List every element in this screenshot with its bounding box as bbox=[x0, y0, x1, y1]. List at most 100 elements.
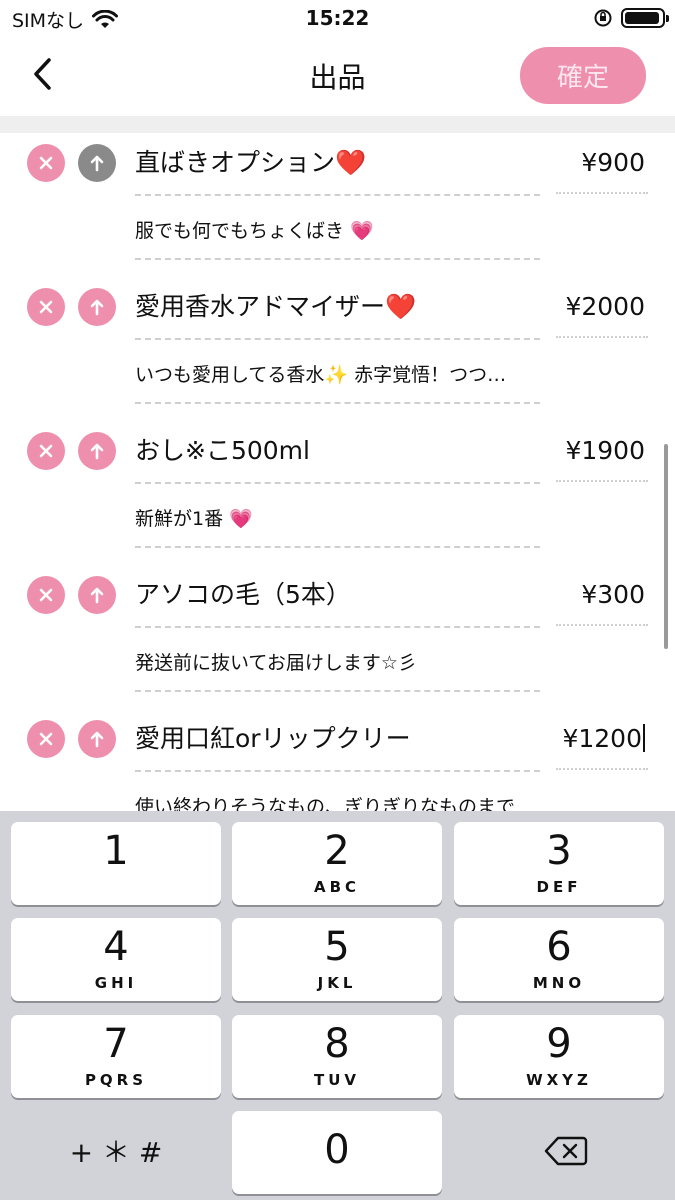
item-price-field[interactable]: ¥300 bbox=[535, 577, 645, 613]
price-underline bbox=[556, 336, 648, 338]
move-up-button[interactable] bbox=[78, 288, 116, 326]
remove-icon bbox=[39, 732, 53, 746]
item-title: 直ばきオプション bbox=[135, 148, 336, 177]
item-price-field[interactable]: ¥1900 bbox=[535, 433, 645, 469]
key-letters: TUV bbox=[313, 1071, 361, 1089]
key-1[interactable]: 1 bbox=[11, 822, 221, 905]
price-underline bbox=[556, 480, 648, 482]
key-4[interactable]: 4 GHI bbox=[11, 918, 221, 1001]
move-up-button[interactable] bbox=[78, 432, 116, 470]
arrow-up-icon bbox=[90, 155, 104, 172]
item-desc-field[interactable]: 新鮮が1番 💗 bbox=[135, 505, 545, 533]
remove-button[interactable] bbox=[27, 432, 65, 470]
key-digit: 3 bbox=[546, 828, 572, 874]
heart-emoji: 💗 bbox=[350, 220, 374, 242]
key-0[interactable]: 0 bbox=[232, 1111, 442, 1194]
remove-icon bbox=[39, 156, 53, 170]
key-digit: 4 bbox=[103, 924, 129, 970]
confirm-button[interactable]: 確定 bbox=[520, 47, 646, 104]
item-title-field[interactable]: 直ばきオプション❤️ bbox=[135, 145, 535, 181]
title-underline bbox=[135, 338, 540, 340]
title-underline bbox=[135, 194, 540, 196]
text-cursor bbox=[643, 724, 645, 752]
item-title-field[interactable]: 愛用口紅orリップクリー bbox=[135, 721, 535, 757]
key-digit: 1 bbox=[103, 828, 129, 874]
option-list[interactable]: 直ばきオプション❤️ ¥900 服でも何でもちょくばき 💗 愛用香水アドマイザー… bbox=[0, 133, 675, 811]
title-underline bbox=[135, 626, 540, 628]
arrow-up-icon bbox=[90, 299, 104, 316]
status-bar: SIMなし 15:22 bbox=[0, 0, 675, 36]
item-desc-field[interactable]: 発送前に抜いてお届けします☆彡 bbox=[135, 649, 545, 677]
remove-button[interactable] bbox=[27, 144, 65, 182]
key-letters: MNO bbox=[532, 974, 586, 992]
section-divider bbox=[0, 116, 675, 133]
desc-underline bbox=[135, 546, 540, 548]
move-up-button[interactable] bbox=[78, 144, 116, 182]
remove-button[interactable] bbox=[27, 288, 65, 326]
desc-underline bbox=[135, 258, 540, 260]
numeric-keypad: 1 2 ABC 3 DEF 4 GHI 5 JKL 6 MNO 7 PQRS 8… bbox=[0, 811, 675, 1200]
backspace-key[interactable] bbox=[454, 1111, 664, 1194]
key-letters: WXYZ bbox=[526, 1071, 592, 1089]
key-digit: 0 bbox=[324, 1127, 350, 1173]
key-digit: 8 bbox=[324, 1021, 350, 1067]
list-item: おし※こ500ml ¥1900 新鮮が1番 💗 bbox=[0, 421, 675, 565]
symbols-label: + ＊ # bbox=[69, 1136, 163, 1169]
item-title-field[interactable]: アソコの毛（5本） bbox=[135, 577, 535, 613]
status-right bbox=[593, 8, 669, 28]
item-title-field[interactable]: 愛用香水アドマイザー❤️ bbox=[135, 289, 535, 325]
key-7[interactable]: 7 PQRS bbox=[11, 1015, 221, 1098]
desc-underline bbox=[135, 402, 540, 404]
move-up-button[interactable] bbox=[78, 576, 116, 614]
key-5[interactable]: 5 JKL bbox=[232, 918, 442, 1001]
item-desc-tail: 赤字覚悟！つつ… bbox=[354, 364, 507, 386]
item-price-field[interactable]: ¥2000 bbox=[535, 289, 645, 325]
nav-bar: 出品 確定 bbox=[0, 36, 675, 116]
key-letters: ABC bbox=[313, 878, 361, 896]
key-letters: JKL bbox=[317, 974, 357, 992]
title-underline bbox=[135, 770, 540, 772]
key-digit: 5 bbox=[324, 924, 350, 970]
list-item: アソコの毛（5本） ¥300 発送前に抜いてお届けします☆彡 bbox=[0, 565, 675, 709]
key-8[interactable]: 8 TUV bbox=[232, 1015, 442, 1098]
symbols-key[interactable]: + ＊ # bbox=[11, 1111, 221, 1194]
key-3[interactable]: 3 DEF bbox=[454, 822, 664, 905]
orientation-lock-icon bbox=[594, 9, 612, 27]
price-underline bbox=[556, 768, 648, 770]
remove-button[interactable] bbox=[27, 720, 65, 758]
item-desc-field[interactable]: 服でも何でもちょくばき 💗 bbox=[135, 217, 545, 245]
heart-emoji: 💗 bbox=[229, 508, 253, 530]
key-letters: DEF bbox=[536, 878, 582, 896]
item-price-value: ¥1200 bbox=[562, 724, 642, 753]
key-digit: 2 bbox=[324, 828, 350, 874]
item-price-field[interactable]: ¥900 bbox=[535, 145, 645, 181]
key-letters: GHI bbox=[94, 974, 138, 992]
title-underline bbox=[135, 482, 540, 484]
price-underline bbox=[556, 192, 648, 194]
battery-icon bbox=[621, 8, 669, 28]
key-digit: 9 bbox=[546, 1021, 572, 1067]
heart-emoji: ❤️ bbox=[385, 292, 417, 321]
price-underline bbox=[556, 624, 648, 626]
sparkle-emoji: ✨ bbox=[324, 364, 349, 386]
key-2[interactable]: 2 ABC bbox=[232, 822, 442, 905]
remove-icon bbox=[39, 444, 53, 458]
key-6[interactable]: 6 MNO bbox=[454, 918, 664, 1001]
list-item: 直ばきオプション❤️ ¥900 服でも何でもちょくばき 💗 bbox=[0, 133, 675, 277]
item-desc: いつも愛用してる香水 bbox=[135, 364, 325, 386]
remove-button[interactable] bbox=[27, 576, 65, 614]
item-desc: 新鮮が1番 bbox=[135, 508, 224, 530]
arrow-up-icon bbox=[90, 587, 104, 604]
scrollbar[interactable] bbox=[664, 444, 668, 649]
item-price-field[interactable]: ¥1200 bbox=[535, 721, 645, 757]
item-desc-field[interactable]: 使い終わりそうなもの、ぎりぎりなものまで bbox=[135, 793, 545, 811]
backspace-icon bbox=[544, 1136, 588, 1166]
key-9[interactable]: 9 WXYZ bbox=[454, 1015, 664, 1098]
item-desc-field[interactable]: いつも愛用してる香水✨ 赤字覚悟！つつ… bbox=[135, 361, 545, 389]
move-up-button[interactable] bbox=[78, 720, 116, 758]
list-item: 愛用香水アドマイザー❤️ ¥2000 いつも愛用してる香水✨ 赤字覚悟！つつ… bbox=[0, 277, 675, 421]
heart-emoji: ❤️ bbox=[335, 148, 367, 177]
remove-icon bbox=[39, 588, 53, 602]
item-title-field[interactable]: おし※こ500ml bbox=[135, 433, 535, 469]
arrow-up-icon bbox=[90, 443, 104, 460]
